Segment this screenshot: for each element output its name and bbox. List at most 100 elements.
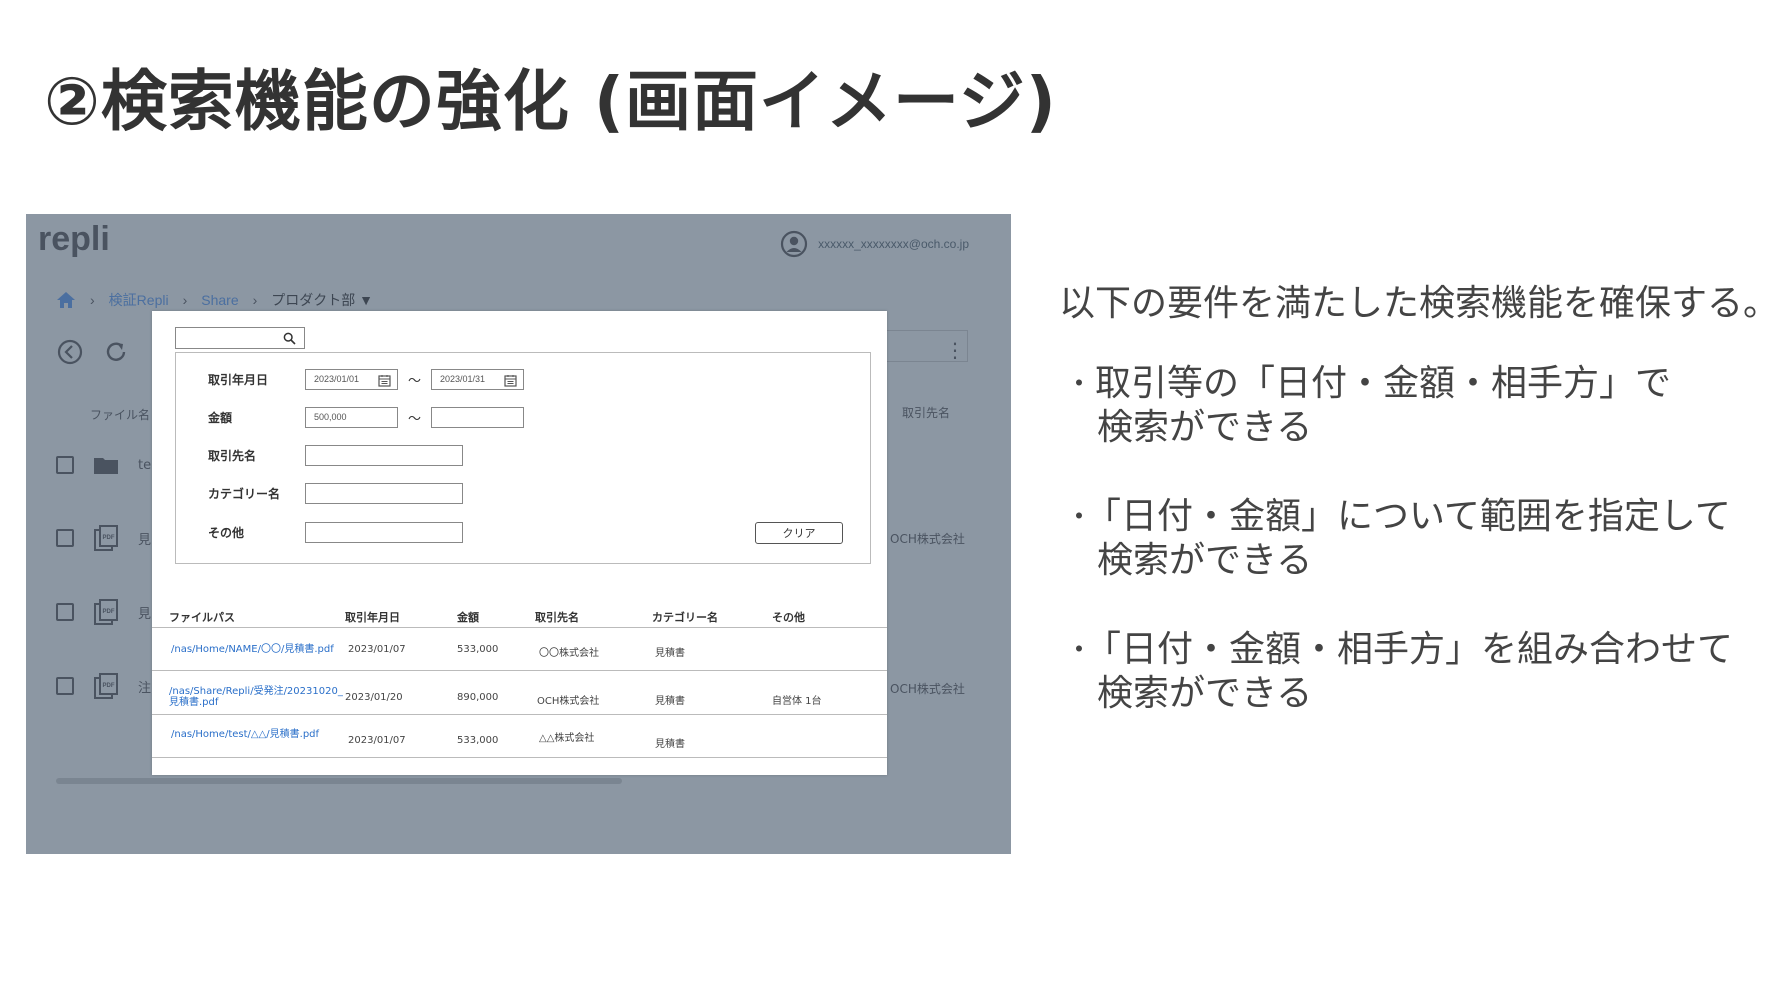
requirement-bullet: ・ 「日付・金額・相手方」を組み合わせて 検索ができる xyxy=(1065,628,1733,716)
result-date: 2023/01/07 xyxy=(348,735,406,746)
column-header-file-path: ファイルパス xyxy=(169,611,235,624)
partner-cell: OCH株式会社 xyxy=(890,532,965,546)
pdf-file-icon: PDF xyxy=(94,599,118,625)
kebab-menu-icon[interactable]: ⋮ xyxy=(945,338,965,362)
toolbar xyxy=(56,338,130,366)
column-header-file-name: ファイル名 xyxy=(90,408,151,422)
row-checkbox[interactable] xyxy=(56,456,74,474)
label-category: カテゴリー名 xyxy=(208,487,281,501)
date-from-value: 2023/01/01 xyxy=(314,374,360,384)
requirement-line: 「日付・金額」について範囲を指定して xyxy=(1085,496,1731,537)
result-file-path-link[interactable]: /nas/Share/Repli/受発注/20231020_ xyxy=(169,686,343,697)
result-date: 2023/01/20 xyxy=(345,692,403,703)
label-partner: 取引先名 xyxy=(208,449,257,463)
row-divider xyxy=(152,670,887,671)
refresh-icon[interactable] xyxy=(102,338,130,366)
requirement-line: 取引等の「日付・金額・相手方」で xyxy=(1095,363,1672,404)
file-name: 見 xyxy=(138,606,152,622)
user-email: xxxxxx_xxxxxxxx@och.co.jp xyxy=(818,237,969,251)
back-icon[interactable] xyxy=(56,338,84,366)
horizontal-scrollbar[interactable] xyxy=(56,778,622,784)
result-other: 自営体 1台 xyxy=(772,696,822,707)
amount-to-field[interactable] xyxy=(431,407,524,428)
row-checkbox[interactable] xyxy=(56,529,74,547)
pdf-file-icon: PDF xyxy=(94,525,118,551)
column-header-other: その他 xyxy=(772,611,805,624)
svg-text:PDF: PDF xyxy=(103,535,115,541)
file-name: 見 xyxy=(138,532,152,548)
result-amount: 533,000 xyxy=(457,644,499,655)
column-header-partner: 取引先名 xyxy=(902,406,951,420)
clear-button[interactable]: クリア xyxy=(755,522,843,544)
user-circle-icon xyxy=(781,230,808,258)
result-category: 見積書 xyxy=(655,696,685,707)
result-partner: OCH株式会社 xyxy=(537,696,600,707)
date-to-value: 2023/01/31 xyxy=(440,374,486,384)
partner-field[interactable] xyxy=(305,445,463,466)
breadcrumb-item-share[interactable]: Share xyxy=(201,292,238,308)
home-icon[interactable] xyxy=(56,290,76,310)
file-name: 注 xyxy=(138,680,152,696)
label-amount: 金額 xyxy=(208,411,233,425)
breadcrumb-item-current[interactable]: プロダクト部 ▼ xyxy=(271,290,373,310)
breadcrumb-separator: › xyxy=(182,292,188,308)
date-to-field[interactable]: 2023/01/31 xyxy=(431,369,524,390)
user-menu[interactable]: xxxxxx_xxxxxxxx@och.co.jp xyxy=(780,230,969,258)
requirement-line: 検索ができる xyxy=(1097,407,1313,448)
requirement-line: 「日付・金額・相手方」を組み合わせて xyxy=(1085,629,1734,670)
result-partner: △△株式会社 xyxy=(539,733,595,744)
folder-icon xyxy=(94,458,118,474)
breadcrumb-item-repli[interactable]: 検証Repli xyxy=(109,290,169,310)
amount-from-value: 500,000 xyxy=(314,412,347,422)
bullet-mark: ・ xyxy=(1065,500,1094,533)
result-category: 見積書 xyxy=(655,648,685,659)
result-amount: 890,000 xyxy=(457,692,499,703)
result-file-path-link-continued[interactable]: 見積書.pdf xyxy=(169,697,218,708)
column-header-category: カテゴリー名 xyxy=(652,611,718,624)
column-header-partner: 取引先名 xyxy=(535,611,579,624)
pdf-file-icon: PDF xyxy=(94,673,118,699)
list-item[interactable]: PDF 注 xyxy=(56,672,151,700)
label-transaction-date: 取引年月日 xyxy=(208,373,269,387)
requirements-intro: 以下の要件を満たした検索機能を確保する。 xyxy=(1059,283,1780,324)
label-other: その他 xyxy=(208,526,245,540)
breadcrumb: › 検証Repli › Share › プロダクト部 ▼ xyxy=(56,290,373,310)
calendar-icon[interactable] xyxy=(504,374,517,387)
result-file-path-link[interactable]: /nas/Home/test/△△/見積書.pdf xyxy=(171,729,319,740)
breadcrumb-separator: › xyxy=(90,292,95,308)
column-header-amount: 金額 xyxy=(457,611,479,624)
calendar-icon[interactable] xyxy=(378,374,391,387)
date-from-field[interactable]: 2023/01/01 xyxy=(305,369,398,390)
requirement-line: 検索ができる xyxy=(1097,673,1313,714)
requirement-bullet: ・ 取引等の「日付・金額・相手方」で 検索ができる xyxy=(1065,362,1671,450)
row-divider xyxy=(152,627,887,628)
result-partner: 〇〇株式会社 xyxy=(539,648,599,659)
result-category: 見積書 xyxy=(655,739,685,750)
range-separator: 〜 xyxy=(408,412,422,427)
column-header-date: 取引年月日 xyxy=(345,611,400,624)
category-field[interactable] xyxy=(305,483,463,504)
result-amount: 533,000 xyxy=(457,735,499,746)
requirement-line: 検索ができる xyxy=(1097,540,1313,581)
row-divider xyxy=(152,757,887,758)
range-separator: 〜 xyxy=(408,374,422,389)
breadcrumb-separator: › xyxy=(252,292,258,308)
row-divider xyxy=(152,714,887,715)
amount-from-field[interactable]: 500,000 xyxy=(305,407,398,428)
bullet-mark: ・ xyxy=(1065,633,1094,666)
search-input[interactable] xyxy=(175,327,305,349)
app-logo: repli xyxy=(38,220,110,258)
search-icon xyxy=(283,332,296,345)
row-checkbox[interactable] xyxy=(56,677,74,695)
other-field[interactable] xyxy=(305,522,463,543)
result-file-path-link[interactable]: /nas/Home/NAME/〇〇/見積書.pdf xyxy=(171,644,334,655)
svg-text:PDF: PDF xyxy=(103,609,115,615)
requirement-bullet: ・ 「日付・金額」について範囲を指定して 検索ができる xyxy=(1065,495,1731,583)
list-item[interactable]: te xyxy=(56,451,151,479)
slide-title: ②検索機能の強化 (画面イメージ) xyxy=(44,63,1057,140)
row-checkbox[interactable] xyxy=(56,603,74,621)
partner-cell: OCH株式会社 xyxy=(890,682,965,696)
list-item[interactable]: PDF 見 xyxy=(56,598,151,626)
list-item[interactable]: PDF 見 xyxy=(56,524,151,552)
svg-text:PDF: PDF xyxy=(103,683,115,689)
